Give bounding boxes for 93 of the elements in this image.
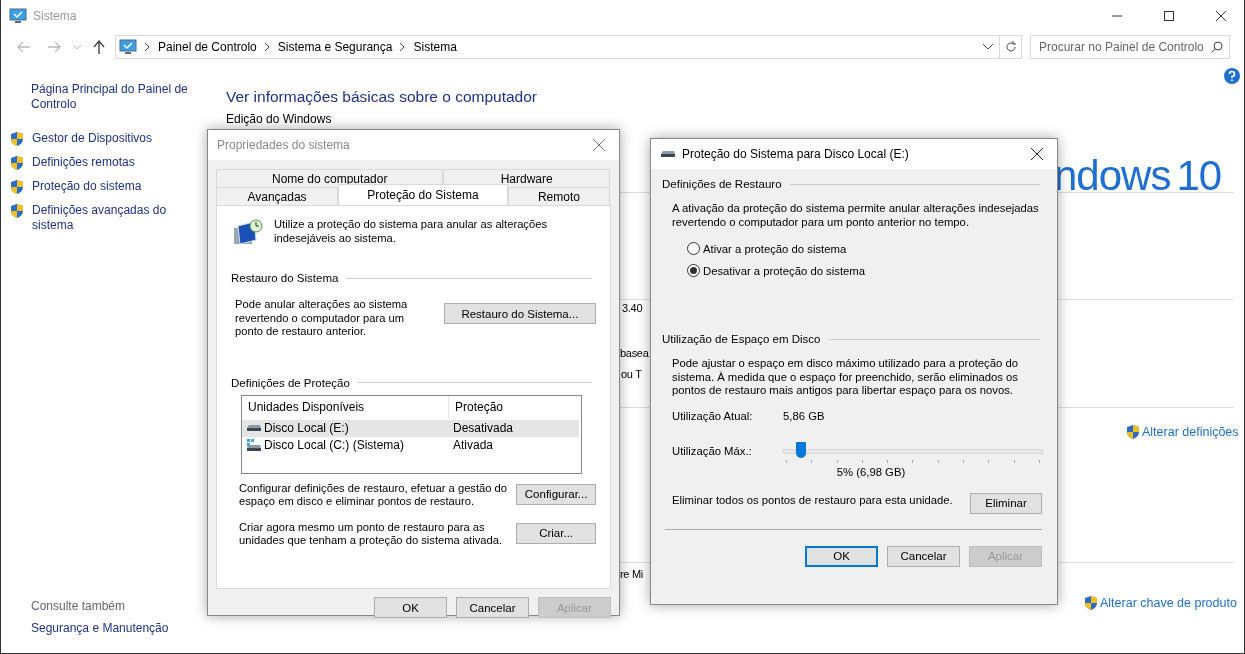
- drive-name: Disco Local (C:) (Sistema): [264, 438, 405, 452]
- shield-icon: [9, 179, 25, 195]
- radio-option[interactable]: Ativar a proteção do sistema: [687, 242, 1044, 255]
- chevron-right-icon: [400, 43, 406, 51]
- group-title: Utilização de Espaço em Disco: [662, 333, 821, 345]
- slider-thumb[interactable]: [796, 441, 807, 458]
- radio-label: Desativar a proteção do sistema: [703, 264, 865, 277]
- group-title: Definições de Restauro: [662, 178, 782, 190]
- restore-description: Pode anular alterações ao sistema revertendo o computador para um ponto de restauro anterior.: [235, 298, 409, 339]
- monitor-icon: [9, 8, 27, 24]
- field-label: Utilização Atual:: [672, 409, 754, 422]
- tab[interactable]: Proteção do Sistema: [338, 184, 508, 205]
- section-label: Edição do Windows: [226, 112, 332, 126]
- tab[interactable]: Nome do computador: [216, 169, 444, 187]
- dialog-button[interactable]: OK: [805, 545, 878, 567]
- close-icon: [1031, 148, 1043, 160]
- dialog-button[interactable]: Cancelar: [887, 545, 960, 567]
- dialog-title: Proteção do Sistema para Disco Local (E:): [682, 147, 910, 161]
- chevron-right-icon: [145, 43, 150, 51]
- close-icon: [1216, 11, 1226, 21]
- minimize-icon: [1112, 15, 1122, 17]
- shield-icon: [9, 203, 25, 219]
- group-title: Definições de Proteção: [231, 376, 350, 389]
- delete-button[interactable]: Eliminar: [970, 492, 1042, 514]
- drive-row[interactable]: Disco Local (C:) (Sistema) Ativada: [242, 436, 579, 454]
- info-text: basea: [620, 347, 649, 359]
- info-text: ou T: [621, 368, 642, 380]
- help-icon[interactable]: [1224, 68, 1240, 84]
- field-label: Utilização Máx.:: [672, 444, 753, 457]
- breadcrumb[interactable]: Sistema: [413, 40, 457, 54]
- close-icon: [593, 139, 605, 151]
- column-header[interactable]: Proteção: [448, 395, 581, 419]
- drive-icon: [246, 424, 262, 432]
- dialog-button[interactable]: Cancelar: [456, 597, 529, 618]
- monitor-icon: [119, 39, 137, 55]
- drive-icon: [660, 150, 676, 158]
- address-bar[interactable]: Painel de Controlo Sistema e Segurança Sistema: [115, 35, 1000, 59]
- column-header[interactable]: Unidades Disponíveis: [242, 400, 448, 414]
- slider-reading: 5% (6,98 GB): [836, 465, 906, 478]
- sidebar-link[interactable]: Gestor de Dispositivos: [32, 131, 182, 146]
- up-arrow-icon[interactable]: [93, 40, 105, 54]
- refresh-button[interactable]: [1000, 35, 1022, 59]
- drive-icon: [246, 438, 262, 452]
- radio-option[interactable]: Desativar a proteção do sistema: [687, 264, 1044, 277]
- radio-button[interactable]: [687, 264, 700, 277]
- action-button[interactable]: Criar...: [516, 522, 596, 544]
- protection-status: Ativada: [452, 438, 495, 452]
- system-restore-button[interactable]: Restauro do Sistema...: [443, 303, 596, 324]
- dialog-button[interactable]: OK: [374, 597, 447, 618]
- field-value: 5,86 GB: [783, 409, 825, 422]
- chevron-right-icon: [264, 43, 270, 51]
- shield-icon: [9, 131, 25, 147]
- tab[interactable]: Remoto: [507, 187, 610, 205]
- see-also-heading: Consulte também: [30, 599, 127, 613]
- drive-name: Disco Local (E:): [264, 421, 349, 435]
- see-also-link[interactable]: Segurança e Manutenção: [9, 621, 204, 635]
- action-description: Configurar definições de restauro, efetuar a gestão do espaço em disco e eliminar pontos de restauro.: [239, 481, 509, 509]
- radio-button[interactable]: [687, 242, 700, 255]
- shield-icon: [1125, 424, 1141, 440]
- sidebar-link[interactable]: Página Principal do Painel de Controlo: [9, 82, 191, 112]
- info-text: 3.40: [622, 302, 643, 314]
- search-field[interactable]: Procurar no Painel de Controlo: [1030, 35, 1230, 59]
- usage-slider[interactable]: [783, 439, 1043, 462]
- settings-link[interactable]: Alterar chave de produto: [1100, 596, 1237, 610]
- maximize-icon: [1164, 11, 1174, 21]
- action-button[interactable]: Configurar...: [516, 483, 596, 505]
- shield-icon: [9, 155, 25, 171]
- logo-version: 10: [1176, 152, 1222, 200]
- action-description: Criar agora mesmo um ponto de restauro para as unidades que tenham a proteção do sistema ativada.: [239, 520, 504, 548]
- dialog-title: Propriedades do sistema: [217, 138, 351, 152]
- page-heading: Ver informações básicas sobre o computador: [226, 88, 539, 106]
- intro-text: Utilize a proteção do sistema para anular as alterações indesejáveis ao sistema.: [274, 218, 548, 245]
- breadcrumb[interactable]: Painel de Controlo: [158, 40, 257, 54]
- search-icon: [1211, 41, 1223, 53]
- sidebar-link[interactable]: Proteção do sistema: [32, 179, 182, 194]
- tab[interactable]: Hardware: [443, 169, 610, 187]
- protection-status: Desativada: [452, 421, 515, 435]
- sidebar-link[interactable]: Definições remotas: [32, 155, 182, 170]
- window-title: Sistema: [33, 9, 77, 23]
- refresh-icon: [1004, 41, 1017, 53]
- disk-usage-description: Pode ajustar o espaço em disco máximo utilizado para a proteção do sistema. À medida que o espaço for preenchido, serão eliminados os pontos de restauro mais antigos para libertar espaço para os novos.: [671, 357, 1019, 398]
- delete-description: Eliminar todos os pontos de restauro para esta unidade.: [672, 493, 954, 507]
- info-text: re Mi: [620, 568, 643, 580]
- logo-text: ndows: [1054, 152, 1171, 200]
- shield-icon: [1083, 595, 1099, 611]
- radio-label: Ativar a proteção do sistema: [703, 242, 847, 255]
- chevron-down-icon[interactable]: [983, 44, 993, 50]
- tab[interactable]: Avançadas: [216, 187, 339, 205]
- group-title: Restauro do Sistema: [231, 272, 339, 284]
- sidebar-link[interactable]: Definições avançadas do sistema: [32, 203, 182, 233]
- breadcrumb[interactable]: Sistema e Segurança: [277, 40, 393, 54]
- restore-description: A ativação da proteção do sistema permite anular alterações indesejadas revertendo o computador para um ponto anterior no tempo.: [671, 202, 1040, 229]
- settings-link[interactable]: Alterar definições: [1142, 425, 1239, 439]
